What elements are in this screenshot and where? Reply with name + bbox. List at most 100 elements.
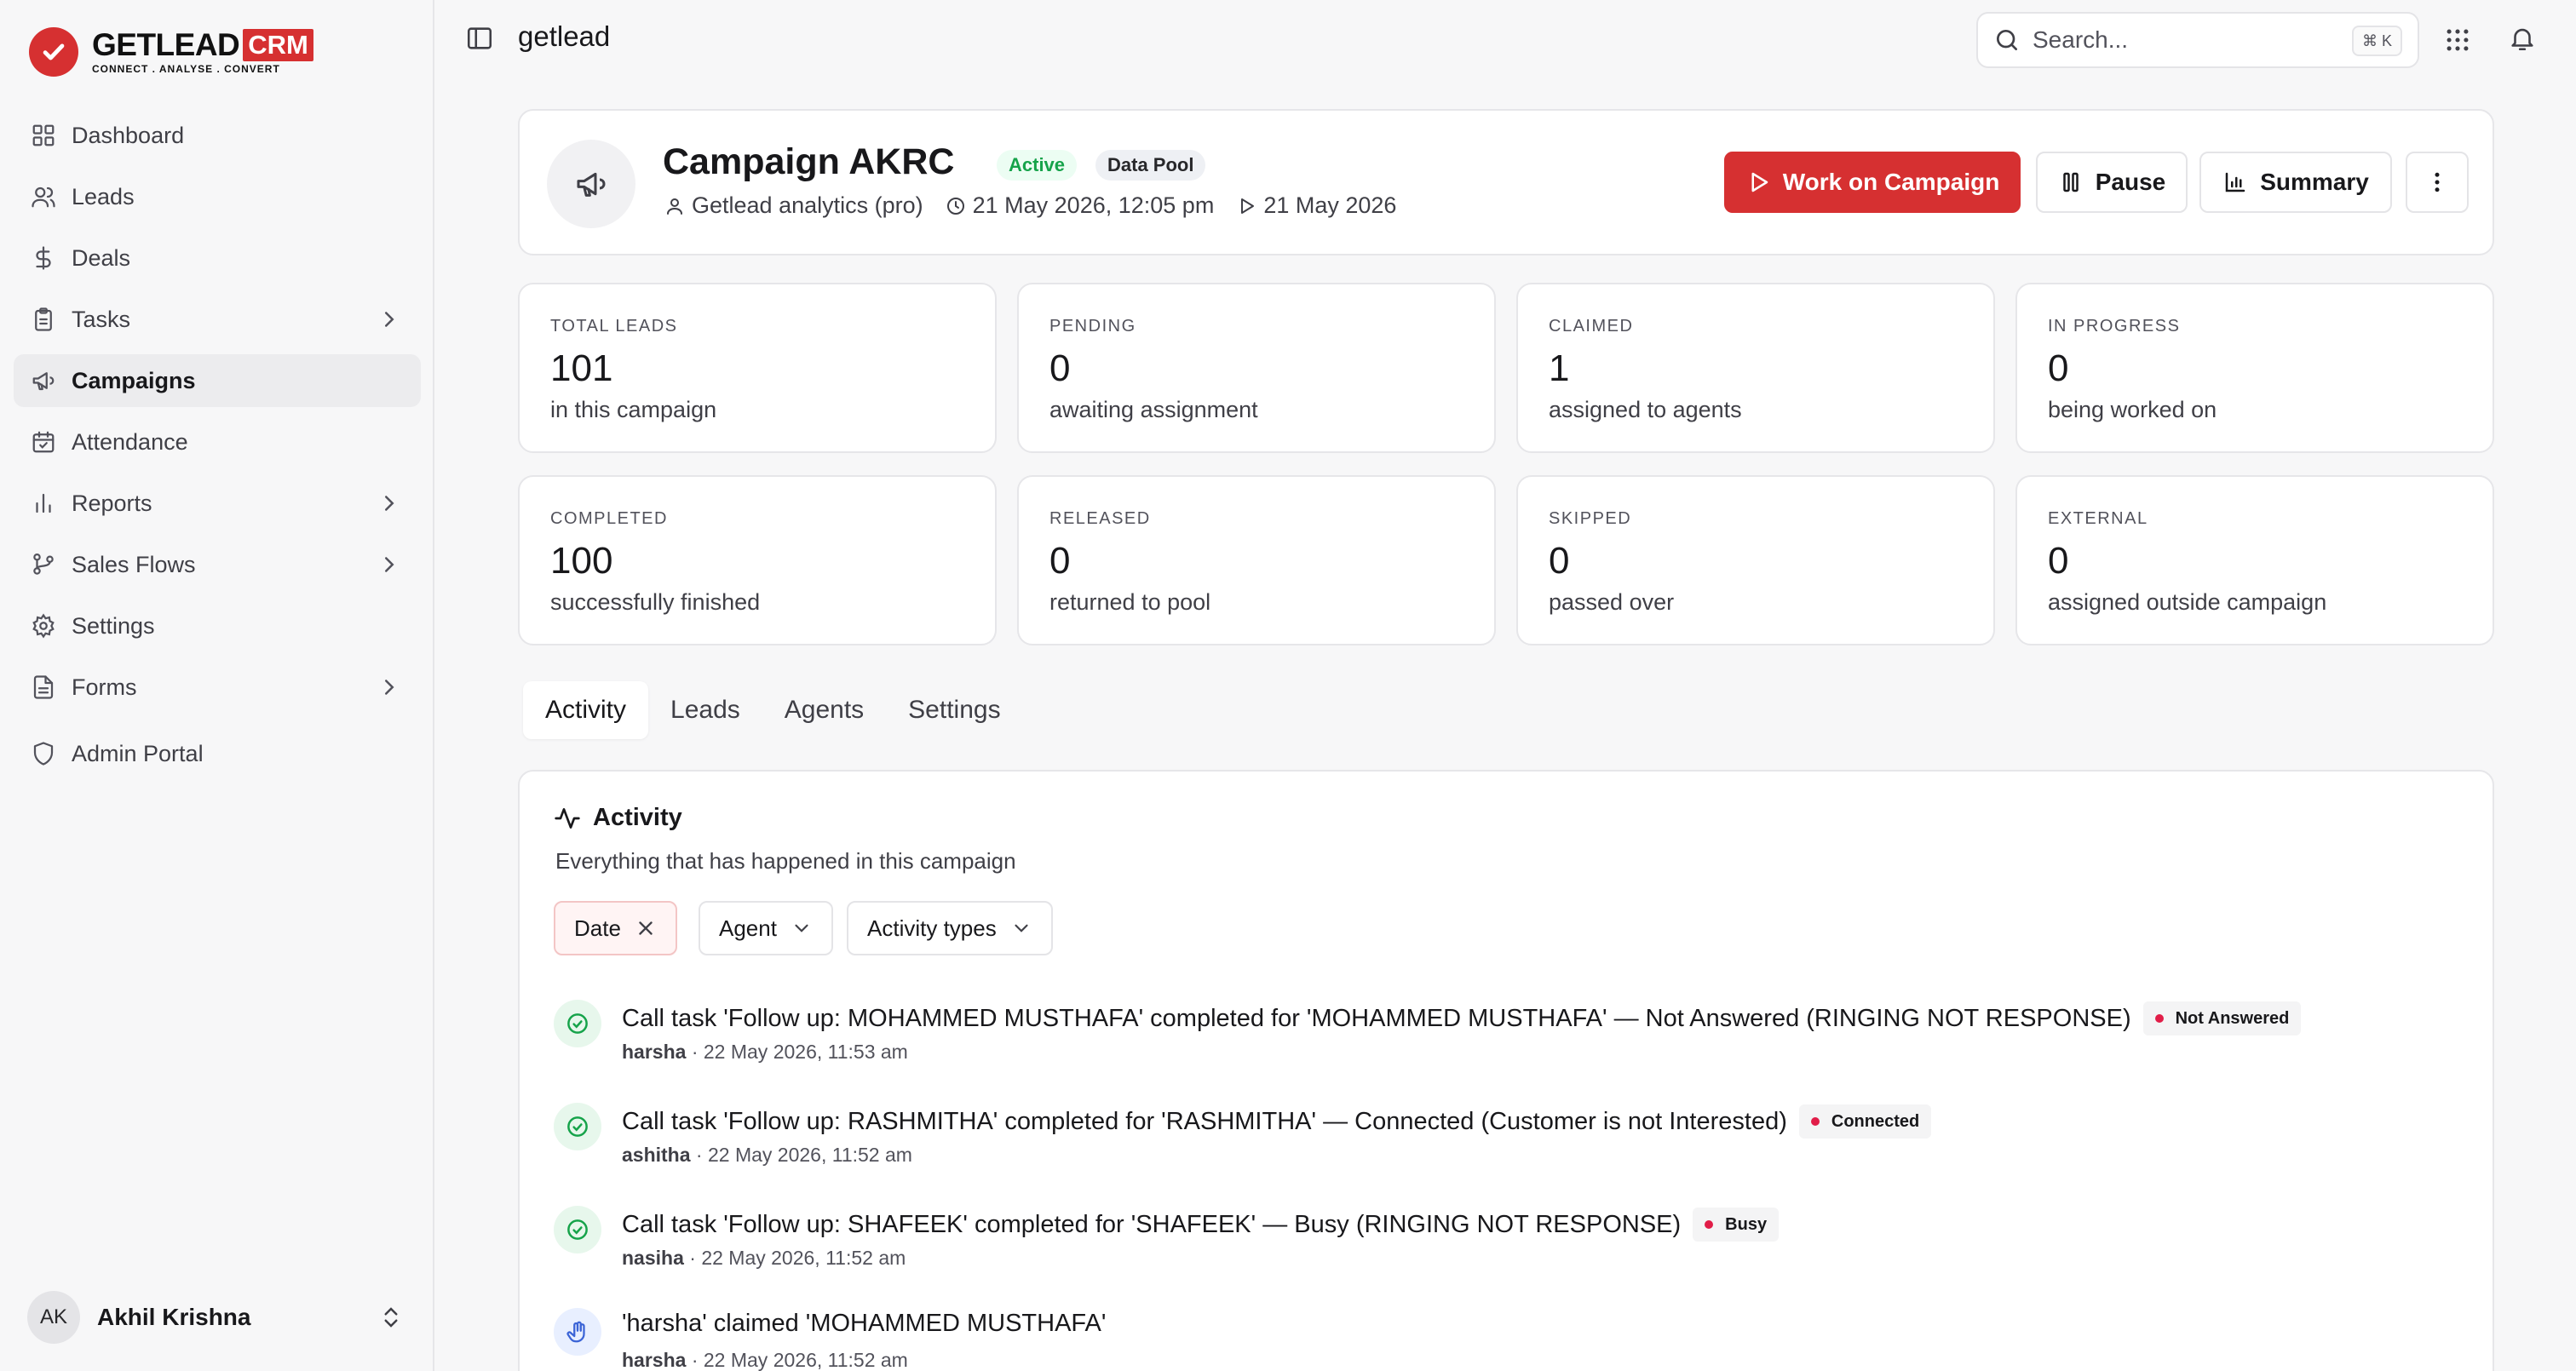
chevron-right-icon — [385, 557, 394, 572]
stat-claimed: CLAIMED 1 assigned to agents — [1516, 283, 1995, 453]
outcome-badge-label: Not Answered — [2175, 1008, 2290, 1028]
chevron-right-icon — [385, 680, 394, 695]
chevron-down-icon — [1015, 924, 1028, 932]
activity-panel: Activity Everything that has happened in… — [518, 770, 2494, 1371]
activity-item: 'harsha' claimed 'MOHAMMED MUSTHAFA' har… — [554, 1305, 2428, 1371]
apps-grid-icon[interactable] — [2443, 26, 2472, 54]
search-shortcut: ⌘ K — [2351, 26, 2402, 56]
sidebar-item-sales-flows[interactable]: Sales Flows — [14, 538, 421, 591]
sidebar-item-label: Sales Flows — [72, 551, 196, 577]
stat-sub: being worked on — [2048, 397, 2217, 422]
sidebar-item-admin-portal[interactable]: Admin Portal — [14, 727, 421, 780]
activity-message: 'harsha' claimed 'MOHAMMED MUSTHAFA' — [622, 1310, 1107, 1337]
sidebar-item-dashboard[interactable]: Dashboard — [14, 109, 421, 162]
sidebar: GETLEAD CRM CONNECT . ANALYSE . CONVERT … — [0, 0, 434, 1371]
tab-activity[interactable]: Activity — [523, 681, 649, 739]
megaphone-icon — [32, 372, 55, 391]
stat-label: IN PROGRESS — [2048, 317, 2181, 336]
stat-sub: in this campaign — [550, 397, 717, 422]
more-options-button[interactable] — [2406, 152, 2469, 213]
pool-badge: Data Pool — [1095, 150, 1206, 181]
tab-agents[interactable]: Agents — [762, 681, 886, 739]
summary-label: Summary — [2260, 169, 2369, 195]
logo-check-icon — [29, 27, 78, 77]
outcome-badge: Busy — [1693, 1208, 1780, 1242]
getlead-logo[interactable]: GETLEAD CRM CONNECT . ANALYSE . CONVERT — [29, 27, 313, 77]
stat-in-progress: IN PROGRESS 0 being worked on — [2015, 283, 2494, 453]
git-branch-icon — [33, 554, 54, 575]
sidebar-item-attendance[interactable]: Attendance — [14, 416, 421, 468]
outcome-badge-label: Connected — [1831, 1111, 1920, 1131]
date-filter[interactable]: Date — [554, 901, 677, 955]
campaign-title: Campaign AKRC — [663, 141, 955, 182]
outcome-badge: Connected — [1798, 1104, 1932, 1139]
tab-settings[interactable]: Settings — [886, 681, 1022, 739]
bell-icon[interactable] — [2508, 24, 2537, 53]
stat-label: PENDING — [1049, 317, 1136, 336]
check-circle-icon — [554, 1103, 601, 1150]
logo-crm: CRM — [243, 29, 313, 61]
campaign-meta: Getlead analytics (pro) 21 May 2026, 12:… — [664, 192, 1418, 219]
outcome-badge: Not Answered — [2142, 1001, 2302, 1035]
chevron-right-icon — [385, 496, 394, 511]
campaign-header: Campaign AKRC Active Data Pool Getlead a… — [518, 109, 2494, 255]
agent-filter-label: Agent — [719, 915, 777, 941]
bar-chart-icon — [36, 493, 51, 513]
summary-button[interactable]: Summary — [2199, 152, 2392, 213]
sidebar-item-label: Forms — [72, 674, 137, 700]
topbar: getlead ⌘ K — [436, 0, 2576, 80]
sidebar-item-campaigns[interactable]: Campaigns — [14, 354, 421, 407]
campaign-megaphone-icon — [547, 140, 635, 228]
campaign-owner: Getlead analytics (pro) — [692, 192, 923, 218]
search-box[interactable]: ⌘ K — [1976, 12, 2419, 68]
avatar: AK — [27, 1291, 80, 1344]
sidebar-item-settings[interactable]: Settings — [14, 599, 421, 652]
stat-value: 0 — [2048, 347, 2069, 389]
stat-sub: successfully finished — [550, 589, 761, 615]
stat-value: 0 — [1549, 540, 1570, 582]
tab-leads[interactable]: Leads — [648, 681, 762, 739]
activity-user: harsha — [622, 1041, 687, 1063]
activity-types-filter[interactable]: Activity types — [847, 901, 1053, 955]
activity-subtitle: Everything that has happened in this cam… — [555, 848, 1016, 874]
activity-item: Call task 'Follow up: MOHAMMED MUSTHAFA'… — [554, 996, 2428, 1081]
close-icon[interactable] — [635, 917, 657, 939]
activity-meta: ashitha · 22 May 2026, 11:52 am — [622, 1144, 912, 1167]
sidebar-item-leads[interactable]: Leads — [14, 170, 421, 223]
sidebar-item-reports[interactable]: Reports — [14, 477, 421, 530]
sidebar-item-deals[interactable]: Deals — [14, 232, 421, 284]
pause-button[interactable]: Pause — [2036, 152, 2188, 213]
activity-types-label: Activity types — [867, 915, 997, 941]
stat-total-leads: TOTAL LEADS 101 in this campaign — [518, 283, 997, 453]
sidebar-item-label: Attendance — [72, 428, 188, 455]
campaign-created: 21 May 2026, 12:05 pm — [972, 192, 1215, 218]
stat-released: RELEASED 0 returned to pool — [1017, 475, 1496, 645]
agent-filter[interactable]: Agent — [699, 901, 833, 955]
sidebar-toggle-icon[interactable] — [465, 24, 494, 53]
campaign-start-date: 21 May 2026 — [1263, 192, 1397, 218]
search-input[interactable] — [2033, 26, 2339, 54]
stat-value: 0 — [2048, 540, 2069, 582]
sidebar-item-tasks[interactable]: Tasks — [14, 293, 421, 346]
bar-chart-icon — [2225, 172, 2245, 192]
activity-user: nasiha — [622, 1247, 684, 1269]
work-on-campaign-button[interactable]: Work on Campaign — [1724, 152, 2021, 213]
user-icon — [667, 198, 682, 215]
stat-completed: COMPLETED 100 successfully finished — [518, 475, 997, 645]
stat-value: 101 — [550, 347, 613, 389]
chevrons-up-down-icon — [384, 1307, 398, 1328]
sidebar-item-label: Admin Portal — [72, 740, 204, 766]
activity-meta: harsha · 22 May 2026, 11:52 am — [622, 1349, 908, 1371]
stat-label: CLAIMED — [1549, 317, 1634, 336]
file-text-icon — [33, 675, 54, 699]
activity-item: Call task 'Follow up: SHAFEEK' completed… — [554, 1202, 2428, 1288]
activity-message: Call task 'Follow up: RASHMITHA' complet… — [622, 1107, 1787, 1135]
sidebar-item-label: Deals — [72, 244, 131, 271]
logo-tagline: CONNECT . ANALYSE . CONVERT — [92, 63, 280, 75]
sidebar-item-forms[interactable]: Forms — [14, 661, 421, 714]
clipboard-icon — [35, 307, 52, 331]
user-menu[interactable]: AK Akhil Krishna — [27, 1291, 407, 1344]
chevron-down-icon — [795, 924, 808, 932]
chevron-right-icon — [385, 312, 394, 327]
stat-skipped: SKIPPED 0 passed over — [1516, 475, 1995, 645]
